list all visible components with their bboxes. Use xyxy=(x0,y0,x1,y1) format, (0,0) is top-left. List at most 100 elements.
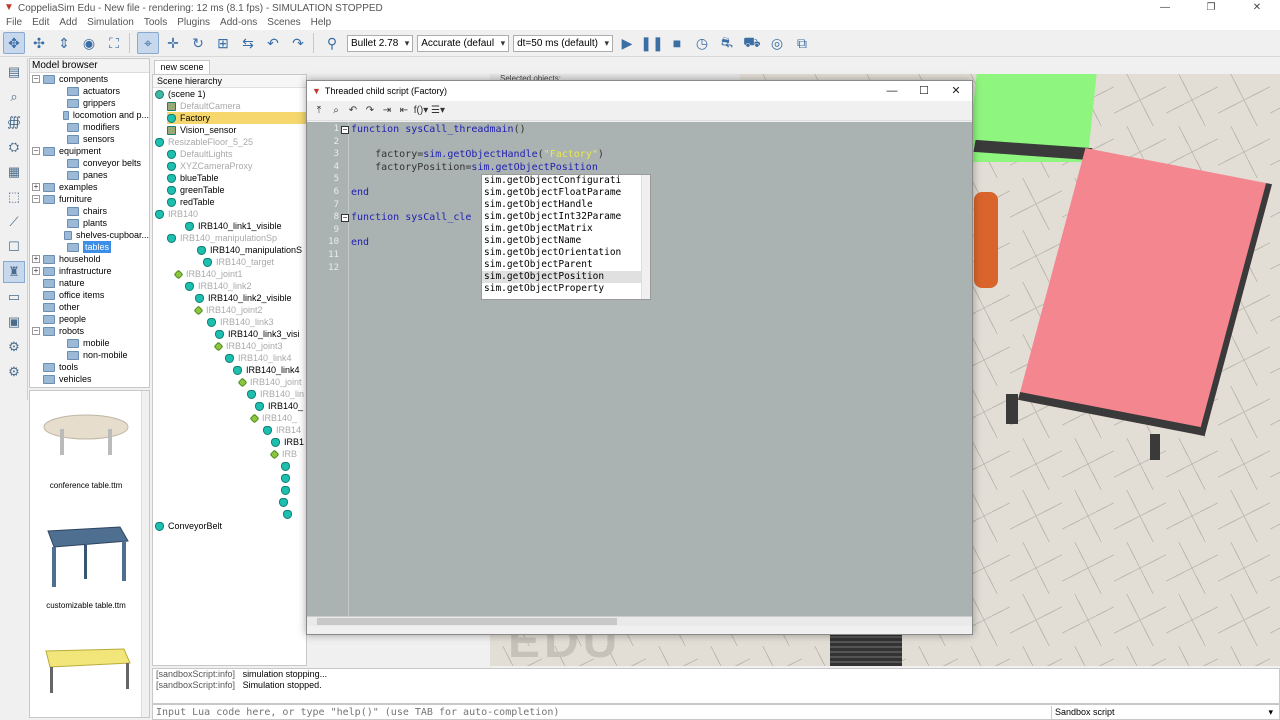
scene-object-row[interactable]: IRB140_target xyxy=(203,256,274,268)
camera-rotate-icon[interactable]: ✣ xyxy=(28,32,50,54)
model-folder-item[interactable]: nature xyxy=(30,277,149,289)
physics-engine-select[interactable]: Bullet 2.78 xyxy=(347,34,414,52)
functions-icon[interactable]: f()▾ xyxy=(413,103,429,119)
model-folder-item[interactable]: office items xyxy=(30,289,149,301)
menu-tools[interactable]: Tools xyxy=(138,16,171,30)
scene-object-row[interactable]: DefaultLights xyxy=(167,148,233,160)
scene-object-row[interactable]: XYZCameraProxy xyxy=(167,160,253,172)
scene-hierarchy-icon[interactable]: ⌕ xyxy=(3,86,25,108)
model-folder-item[interactable]: people xyxy=(30,313,149,325)
model-folder-item[interactable]: locomotion and p... xyxy=(30,109,149,121)
expand-icon[interactable]: + xyxy=(32,255,40,263)
autocomplete-scrollbar[interactable] xyxy=(641,175,650,299)
model-folder-item[interactable]: panes xyxy=(30,169,149,181)
play-icon[interactable]: ▶ xyxy=(616,32,638,54)
layers-icon[interactable]: ▭ xyxy=(3,286,25,308)
scene-object-row[interactable]: IRB140_link2_visible xyxy=(195,292,292,304)
close-button[interactable]: ✕ xyxy=(1234,0,1280,16)
calculation-modules-icon[interactable]: ∰ xyxy=(3,111,25,133)
thumbnails-scrollbar[interactable] xyxy=(141,391,149,717)
selection-icon[interactable]: ☐ xyxy=(3,236,25,258)
camera-pan-icon[interactable]: ✥ xyxy=(3,32,25,54)
scene-object-row[interactable]: (scene 1) xyxy=(155,88,206,100)
scene-object-row[interactable]: redTable xyxy=(167,196,215,208)
menu-edit[interactable]: Edit xyxy=(26,16,53,30)
collapse-icon[interactable]: − xyxy=(32,195,40,203)
model-thumbnail[interactable]: customizable table.ttm xyxy=(30,521,142,621)
assembly-icon[interactable]: ⊞ xyxy=(212,32,234,54)
autocomplete-item[interactable]: sim.getObjectName xyxy=(482,235,642,247)
lua-input-field[interactable] xyxy=(153,706,1043,718)
menu-file[interactable]: File xyxy=(0,16,26,30)
scene-object-row[interactable]: IRB140_manipulationS xyxy=(197,244,302,256)
object-rotate-icon[interactable]: ↻ xyxy=(187,32,209,54)
model-folder-item[interactable]: − components xyxy=(30,73,149,85)
scripts-icon[interactable]: ▦ xyxy=(3,161,25,183)
scene-object-row[interactable]: IRB140_joint3 xyxy=(213,340,283,352)
scene-object-row[interactable]: IRB140_link2 xyxy=(185,280,252,292)
scene-object-row[interactable]: Vision_sensor xyxy=(167,124,236,136)
settings-icon[interactable]: ⚙ xyxy=(3,336,25,358)
scene-object-row[interactable]: IRB140_manipulationSp xyxy=(167,232,277,244)
autocomplete-item[interactable]: sim.getObjectPosition xyxy=(482,271,642,283)
model-folder-item[interactable]: shelves-cupboar... xyxy=(30,229,149,241)
model-folder-item[interactable]: non-mobile xyxy=(30,349,149,361)
menu-add-ons[interactable]: Add-ons xyxy=(214,16,261,30)
tab-new-scene[interactable]: new scene xyxy=(154,60,210,74)
faster-icon[interactable]: ⛟ xyxy=(741,32,763,54)
model-folder-item[interactable]: chairs xyxy=(30,205,149,217)
scrollbar-thumb[interactable] xyxy=(317,618,617,625)
model-folder-item[interactable]: tables xyxy=(30,241,149,253)
model-folder-item[interactable]: conveyor belts xyxy=(30,157,149,169)
collapse-icon[interactable]: − xyxy=(32,75,40,83)
model-thumbnail[interactable]: conference table.ttm xyxy=(30,403,142,503)
model-folder-item[interactable]: − furniture xyxy=(30,193,149,205)
scene-object-row[interactable]: IRB140_ xyxy=(249,412,297,424)
scene-object-row[interactable]: blueTable xyxy=(167,172,219,184)
menu-simulation[interactable]: Simulation xyxy=(81,16,138,30)
script-selector[interactable]: Sandbox script xyxy=(1051,706,1273,719)
scene-object-row[interactable] xyxy=(281,472,294,484)
script-maximize-button[interactable]: ☐ xyxy=(908,81,940,101)
scene-object-row[interactable]: IRB140_ xyxy=(255,400,303,412)
model-folder-item[interactable]: modifiers xyxy=(30,121,149,133)
scene-object-row[interactable]: IRB140_link3 xyxy=(207,316,274,328)
scene-object-row[interactable]: Factory xyxy=(167,112,306,124)
scene-object-row[interactable]: IRB14 xyxy=(263,424,301,436)
menu-add[interactable]: Add xyxy=(53,16,81,30)
transfer-dna-icon[interactable]: ⇆ xyxy=(237,32,259,54)
model-folder-item[interactable]: tools xyxy=(30,361,149,373)
model-folder-item[interactable]: plants xyxy=(30,217,149,229)
scene-object-row[interactable]: IRB1 xyxy=(271,436,304,448)
model-folder-item[interactable]: actuators xyxy=(30,85,149,97)
scene-object-row[interactable]: IRB140 xyxy=(155,208,198,220)
scene-views-icon[interactable]: ⧉ xyxy=(791,32,813,54)
scene-object-row[interactable] xyxy=(281,484,294,496)
autocomplete-item[interactable]: sim.getObjectInt32Parame xyxy=(482,211,642,223)
object-properties-icon[interactable]: ▣ xyxy=(3,311,25,333)
script-close-button[interactable]: ✕ xyxy=(940,81,972,101)
autocomplete-item[interactable]: sim.getObjectMatrix xyxy=(482,223,642,235)
model-browser-icon[interactable]: ▤ xyxy=(3,61,25,83)
autocomplete-item[interactable]: sim.getObjectOrientation xyxy=(482,247,642,259)
scene-object-row[interactable]: IRB140_joint2 xyxy=(193,304,263,316)
fold-marker-icon[interactable]: − xyxy=(341,126,349,134)
snippets-icon[interactable]: ☰▾ xyxy=(430,103,446,119)
model-folder-item[interactable]: other xyxy=(30,301,149,313)
scene-object-row[interactable]: ResizableFloor_5_25 xyxy=(155,136,253,148)
undo-icon[interactable]: ↶ xyxy=(262,32,284,54)
model-folder-item[interactable]: + examples xyxy=(30,181,149,193)
autocomplete-item[interactable]: sim.getObjectParent xyxy=(482,259,642,271)
autocomplete-item[interactable]: sim.getObjectHandle xyxy=(482,199,642,211)
redo-icon[interactable]: ↷ xyxy=(362,103,378,119)
user-settings-icon[interactable]: ⚙ xyxy=(3,361,25,383)
stop-icon[interactable]: ■ xyxy=(666,32,688,54)
accuracy-select[interactable]: Accurate (defaul xyxy=(417,34,510,52)
camera-shift-icon[interactable]: ⇕ xyxy=(53,32,75,54)
menu-help[interactable]: Help xyxy=(305,16,336,30)
model-folder-item[interactable]: + infrastructure xyxy=(30,265,149,277)
collections-icon[interactable]: ⛭ xyxy=(3,136,25,158)
model-folder-item[interactable]: vehicles xyxy=(30,373,149,385)
timestep-select[interactable]: dt=50 ms (default) xyxy=(513,34,613,52)
dynamics-icon[interactable]: ⚲ xyxy=(321,32,343,54)
